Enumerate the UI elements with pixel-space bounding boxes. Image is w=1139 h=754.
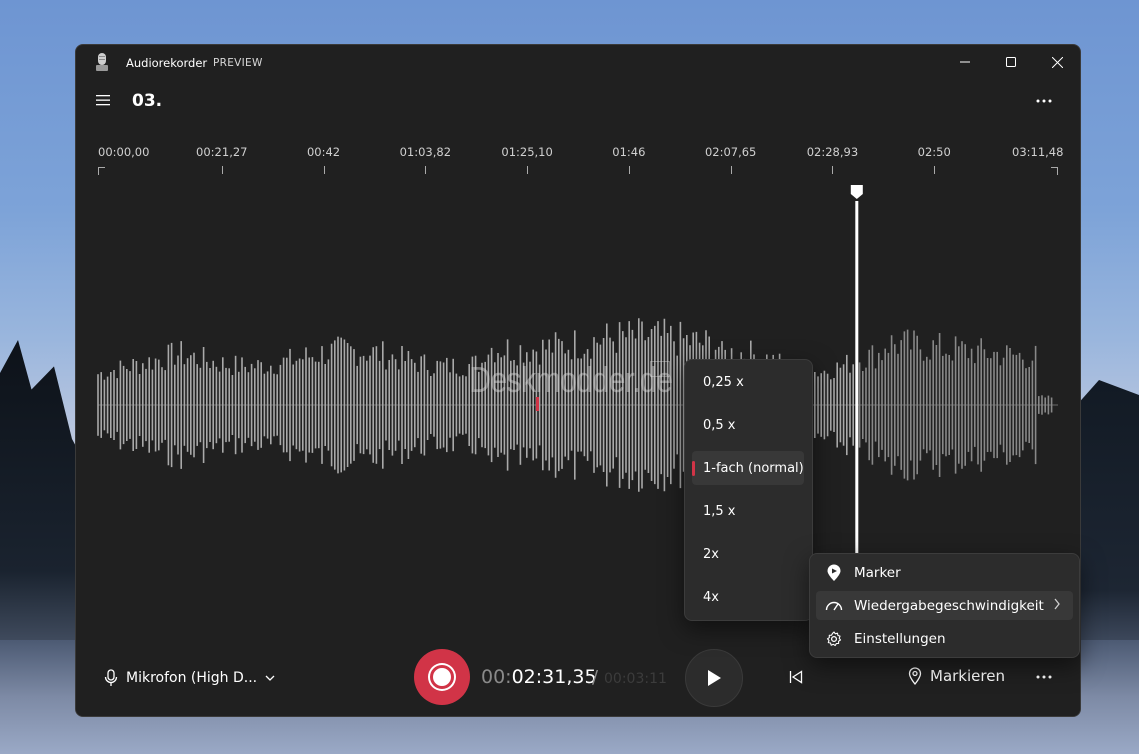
- play-button[interactable]: [685, 649, 743, 707]
- timeline-tick-mark: [98, 167, 105, 168]
- chevron-down-icon: [265, 675, 275, 681]
- playback-speed-submenu: 0,25 x 0,5 x 1-fach (normal) 1,5 x 2x 4x: [684, 359, 813, 621]
- context-menu: Marker Wiedergabegeschwindigkeit Einstel…: [809, 553, 1080, 658]
- timeline-tick-mark: [221, 166, 223, 174]
- title-bar[interactable]: Audiorekorder PREVIEW: [76, 45, 1080, 81]
- playhead-handle[interactable]: [850, 185, 863, 199]
- maximize-icon: [1006, 57, 1016, 67]
- speed-option-label: 0,25 x: [703, 374, 744, 390]
- microphone-icon: [104, 669, 118, 686]
- time-separator: /: [592, 667, 599, 688]
- current-time: 00:02:31,35: [481, 666, 597, 688]
- play-icon: [708, 670, 721, 686]
- timeline-tick-mark: [1051, 167, 1058, 168]
- timeline-tick-label: 00:21,27: [196, 145, 248, 159]
- speed-option-normal[interactable]: 1-fach (normal): [692, 451, 804, 485]
- microphone-label: Mikrofon (High D...: [126, 670, 258, 686]
- gear-icon: [824, 629, 844, 649]
- speed-option-0-5[interactable]: 0,5 x: [692, 408, 804, 442]
- timeline-tick-mark: [323, 166, 325, 174]
- timeline-tick-label: 00:42: [306, 145, 341, 159]
- bottom-more-button[interactable]: [1028, 665, 1060, 689]
- current-time-value: 02:31,35: [511, 666, 597, 688]
- timeline-tick-label: 02:07,65: [704, 145, 757, 159]
- timeline-tick-label: 01:03,82: [399, 145, 452, 159]
- watermark-badge: [650, 361, 670, 377]
- mark-label: Markieren: [930, 667, 1005, 685]
- speed-option-label: 1,5 x: [703, 503, 736, 519]
- timeline-tick-mark: [628, 166, 630, 174]
- watermark-text: Deskmodder.de: [469, 359, 673, 400]
- minimize-icon: [960, 61, 970, 63]
- menu-item-label: Wiedergabegeschwindigkeit: [854, 597, 1044, 614]
- timeline-tick-mark: [832, 166, 834, 174]
- timeline-tick-label: 03:11,48: [1012, 145, 1064, 159]
- selection-indicator: [692, 461, 695, 476]
- timeline-tick-mark: [425, 166, 427, 174]
- menu-item-playback-speed[interactable]: Wiedergabegeschwindigkeit: [816, 591, 1073, 620]
- speed-option-label: 4x: [703, 589, 719, 605]
- more-icon: [1036, 99, 1052, 103]
- speed-icon: [824, 596, 844, 616]
- timeline-ruler[interactable]: 00:00,00 00:21,27 00:42 01:03,82 01:25,10 01:…: [76, 141, 1080, 181]
- close-button[interactable]: [1034, 45, 1080, 79]
- timeline-tick-mark: [934, 166, 936, 174]
- speed-option-1-5[interactable]: 1,5 x: [692, 494, 804, 528]
- menu-item-label: Einstellungen: [854, 630, 946, 647]
- chevron-right-icon: [1054, 598, 1060, 610]
- menu-item-marker[interactable]: Marker: [816, 558, 1073, 587]
- timeline-tick-label: 02:28,93: [806, 145, 859, 159]
- current-time-hours: 00:: [481, 666, 512, 688]
- microphone-selector[interactable]: Mikrofon (High D...: [104, 669, 275, 687]
- speed-option-label: 1-fach (normal): [703, 460, 804, 476]
- skip-back-icon: [789, 670, 803, 684]
- speed-option-2x[interactable]: 2x: [692, 537, 804, 571]
- timeline-tick-mark: [730, 166, 732, 174]
- timeline-tick-label: 02:50: [917, 145, 951, 159]
- preview-badge: PREVIEW: [213, 57, 263, 69]
- menu-item-settings[interactable]: Einstellungen: [816, 624, 1073, 653]
- marker-icon: [824, 563, 844, 583]
- more-icon: [1036, 675, 1052, 679]
- more-options-button[interactable]: [1026, 89, 1062, 113]
- app-title: Audiorekorder: [126, 56, 208, 70]
- record-button[interactable]: [414, 649, 470, 705]
- maximize-button[interactable]: [988, 45, 1034, 79]
- timeline-corner-mark: [98, 167, 99, 175]
- record-icon: [430, 665, 454, 689]
- microphone-app-icon: [96, 53, 108, 71]
- total-time: 00:03:11: [604, 671, 667, 687]
- timeline-corner-mark: [1057, 167, 1058, 175]
- location-pin-icon: [908, 667, 922, 685]
- speed-option-0-25[interactable]: 0,25 x: [692, 365, 804, 399]
- skip-to-start-button[interactable]: [782, 663, 810, 691]
- menu-item-label: Marker: [854, 564, 901, 581]
- mark-button[interactable]: Markieren: [908, 667, 1005, 685]
- speed-option-4x[interactable]: 4x: [692, 580, 804, 614]
- timeline-tick-label: 01:25,10: [501, 145, 553, 159]
- timeline-tick-label: 01:46: [612, 145, 646, 159]
- timeline-tick-mark: [527, 166, 529, 174]
- hamburger-menu-icon[interactable]: [94, 93, 112, 107]
- speed-option-label: 2x: [703, 546, 719, 562]
- minimize-button[interactable]: [942, 45, 988, 79]
- recording-title: 03.: [132, 91, 163, 111]
- timeline-tick-label: 00:00,00: [98, 145, 150, 159]
- speed-option-label: 0,5 x: [703, 417, 736, 433]
- close-icon: [1051, 56, 1063, 68]
